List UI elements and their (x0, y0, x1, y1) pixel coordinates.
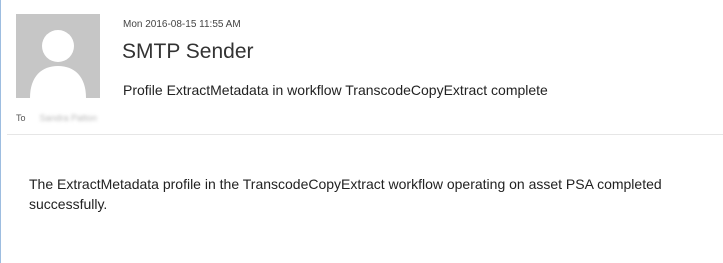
message-subject: Profile ExtractMetadata in workflow Tran… (123, 82, 548, 98)
recipient-name[interactable]: Sandra Patton (40, 113, 98, 123)
recipient-row: To Sandra Patton (16, 110, 97, 126)
person-placeholder-icon (16, 14, 100, 98)
message-date: Mon 2016-08-15 11:55 AM (123, 19, 241, 30)
message-body: The ExtractMetadata profile in the Trans… (29, 176, 662, 212)
header-divider (7, 134, 723, 135)
sender-avatar[interactable] (16, 14, 100, 98)
pane-left-border (0, 0, 1, 263)
to-label: To (16, 113, 26, 123)
email-reading-pane: Mon 2016-08-15 11:55 AM SMTP Sender Prof… (0, 0, 723, 263)
sender-name[interactable]: SMTP Sender (122, 40, 254, 64)
